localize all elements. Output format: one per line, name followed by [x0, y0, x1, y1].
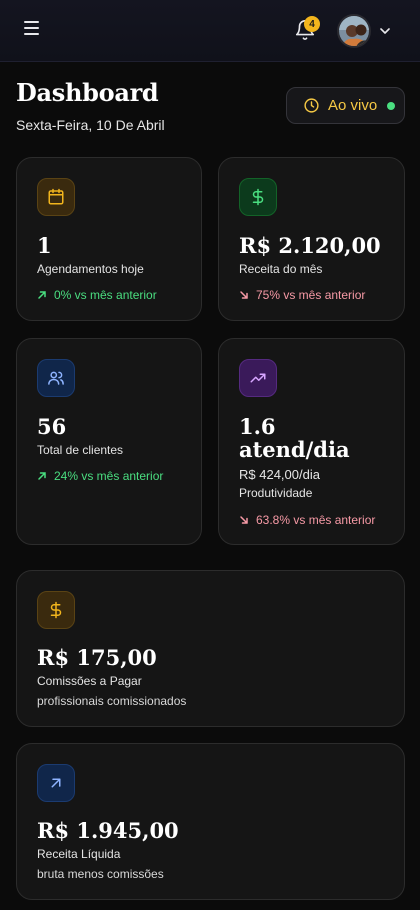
appointments-label: Agendamentos hoje — [37, 262, 144, 276]
appointments-trend: 0% vs mês anterior — [37, 288, 157, 302]
card-revenue[interactable]: R$ 2.120,00 Receita do mês 75% vs mês an… — [218, 157, 405, 321]
productivity-value-line2: atend/dia — [239, 437, 350, 462]
page-date: Sexta-Feira, 10 De Abril — [16, 117, 165, 133]
page-title: Dashboard — [16, 78, 159, 107]
top-bar: 4 — [0, 0, 420, 62]
revenue-value: R$ 2.120,00 — [239, 233, 381, 258]
arrow-up-right-icon — [37, 764, 75, 802]
live-button[interactable]: Ao vivo — [286, 87, 405, 124]
dollar-icon — [239, 178, 277, 216]
card-appointments[interactable]: 1 Agendamentos hoje 0% vs mês anterior — [16, 157, 202, 321]
net-revenue-label: Receita Líquida — [37, 847, 121, 861]
users-icon — [37, 359, 75, 397]
clients-trend: 24% vs mês anterior — [37, 469, 163, 483]
appointments-value: 1 — [37, 233, 52, 258]
chevron-down-icon[interactable] — [379, 26, 391, 36]
trend-down-arrow-icon — [240, 516, 248, 524]
commissions-value: R$ 175,00 — [37, 645, 157, 670]
revenue-trend: 75% vs mês anterior — [239, 288, 365, 302]
productivity-trend: 63.8% vs mês anterior — [239, 513, 375, 527]
trending-up-icon — [239, 359, 277, 397]
notification-badge: 4 — [304, 16, 320, 32]
live-status-dot — [387, 101, 396, 110]
commissions-sub: profissionais comissionados — [37, 694, 187, 708]
card-clients[interactable]: 56 Total de clientes 24% vs mês anterior — [16, 338, 202, 545]
card-productivity[interactable]: 1.6 atend/dia R$ 424,00/dia Produtividad… — [218, 338, 405, 545]
avatar[interactable] — [337, 14, 371, 48]
trend-up-arrow-icon — [38, 472, 46, 480]
productivity-value-line1: 1.6 — [239, 414, 276, 439]
appointments-trend-text: 0% vs mês anterior — [54, 288, 157, 302]
clients-label: Total de clientes — [37, 443, 124, 457]
clients-value: 56 — [37, 414, 67, 439]
net-revenue-sub: bruta menos comissões — [37, 867, 164, 881]
productivity-label: Produtividade — [239, 486, 313, 500]
card-net-revenue[interactable]: R$ 1.945,00 Receita Líquida bruta menos … — [16, 743, 405, 900]
clock-icon — [304, 98, 319, 113]
dollar-icon — [37, 591, 75, 629]
live-label: Ao vivo — [328, 97, 378, 114]
productivity-trend-text: 63.8% vs mês anterior — [256, 513, 376, 527]
net-revenue-value: R$ 1.945,00 — [37, 818, 179, 843]
clients-trend-text: 24% vs mês anterior — [54, 469, 164, 483]
commissions-label: Comissões a Pagar — [37, 674, 142, 688]
calendar-icon — [37, 178, 75, 216]
productivity-per-day: R$ 424,00/dia — [239, 467, 320, 482]
trend-up-arrow-icon — [38, 291, 46, 299]
revenue-label: Receita do mês — [239, 262, 323, 276]
card-commissions[interactable]: R$ 175,00 Comissões a Pagar profissionai… — [16, 570, 405, 727]
trend-down-arrow-icon — [240, 291, 248, 299]
revenue-trend-text: 75% vs mês anterior — [256, 288, 366, 302]
menu-icon[interactable] — [24, 21, 42, 39]
